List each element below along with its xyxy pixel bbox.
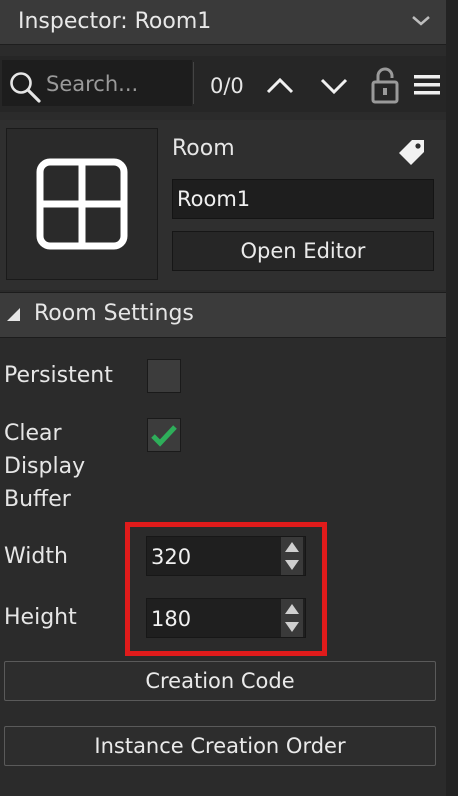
- clear-display-buffer-checkbox[interactable]: [147, 418, 181, 452]
- search-input[interactable]: [46, 70, 186, 98]
- chevron-up-icon[interactable]: [264, 70, 296, 102]
- asset-name-field[interactable]: [172, 179, 434, 219]
- width-label: Width: [4, 544, 68, 569]
- hamburger-menu-icon[interactable]: [412, 70, 442, 100]
- room-settings-header[interactable]: Room Settings: [0, 292, 446, 338]
- instance-creation-order-button[interactable]: Instance Creation Order: [4, 726, 436, 766]
- divider: [193, 62, 194, 104]
- open-editor-button[interactable]: Open Editor: [172, 231, 434, 271]
- room-grid-icon: [36, 158, 128, 250]
- label-line: Clear: [4, 421, 62, 446]
- unlock-icon[interactable]: [370, 66, 400, 104]
- tag-icon[interactable]: [398, 138, 426, 166]
- label-line: Display: [4, 454, 86, 479]
- triangle-expanded-icon: [6, 307, 22, 323]
- section-title: Room Settings: [34, 301, 194, 326]
- creation-code-button[interactable]: Creation Code: [4, 661, 436, 701]
- height-label: Height: [4, 605, 77, 630]
- match-count: 0/0: [210, 74, 244, 98]
- chevron-down-icon[interactable]: [410, 10, 432, 32]
- checkmark-icon: [151, 425, 177, 447]
- search-toolbar: 0/0: [0, 56, 446, 112]
- search-box[interactable]: [2, 60, 192, 106]
- chevron-down-icon[interactable]: [318, 70, 350, 102]
- window-title: Inspector: Room1: [18, 9, 212, 34]
- persistent-checkbox[interactable]: [147, 359, 181, 393]
- label-line: Buffer: [4, 487, 71, 512]
- search-icon: [8, 70, 42, 104]
- highlight-annotation: [125, 522, 327, 656]
- persistent-label: Persistent: [4, 363, 113, 388]
- scrollbar-track[interactable]: [446, 0, 458, 796]
- asset-type-label: Room: [172, 136, 235, 161]
- clear-display-buffer-label: Clear Display Buffer: [4, 417, 85, 516]
